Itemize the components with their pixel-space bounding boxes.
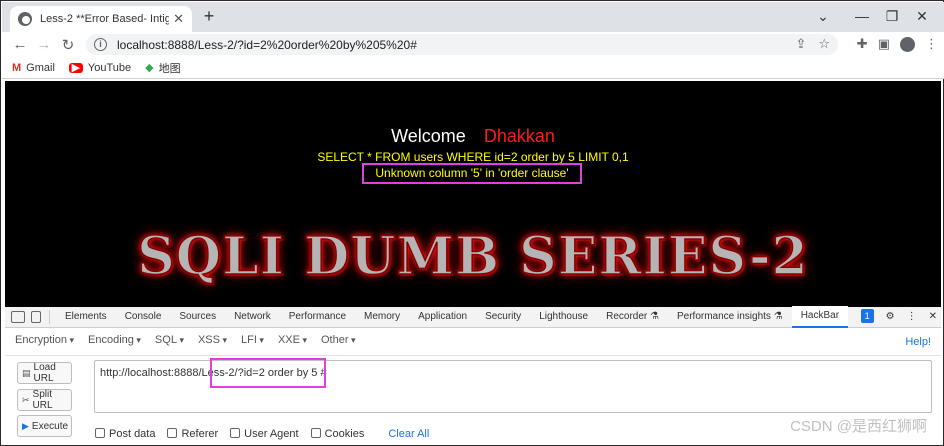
tab-recorder[interactable]: Recorder ⚗ [597, 307, 668, 327]
tab-network[interactable]: Network [225, 307, 280, 327]
bookmark-youtube[interactable]: ▶ YouTube [68, 62, 131, 74]
tab-performance-insights[interactable]: Performance insights ⚗ [668, 307, 792, 327]
new-tab-button[interactable]: + [198, 6, 220, 28]
user-agent-checkbox[interactable]: User Agent [230, 428, 299, 440]
clear-all-link[interactable]: Clear All [388, 428, 429, 440]
welcome-text: Welcome [391, 126, 466, 146]
globe-icon [18, 12, 32, 26]
menu-kebab-icon[interactable]: ⋮ [925, 36, 938, 52]
tab-sources[interactable]: Sources [170, 307, 225, 327]
menu-encoding[interactable]: Encoding [88, 334, 141, 346]
close-window-button[interactable]: ✕ [907, 6, 937, 26]
bookmarks-bar: M Gmail ▶ YouTube ◆ 地图 [2, 57, 944, 79]
settings-gear-icon[interactable]: ⚙ [886, 311, 895, 322]
tab-console[interactable]: Console [116, 307, 171, 327]
extensions-icon[interactable]: ✚ [857, 36, 868, 52]
menu-encryption[interactable]: Encryption [15, 334, 74, 346]
sql-error-message: Unknown column '5' in 'order clause' [362, 163, 582, 184]
post-data-checkbox[interactable]: Post data [95, 428, 155, 440]
browser-window: Less-2 **Error Based- Intiger** ✕ + ⌄ — … [0, 0, 944, 446]
load-icon: ▤ [22, 367, 31, 378]
username: Dhakkan [483, 126, 555, 146]
maps-icon: ◆ [145, 62, 154, 74]
tab-lighthouse[interactable]: Lighthouse [530, 307, 597, 327]
hackbar-menu: Encryption Encoding SQL XSS LFI XXE Othe… [15, 334, 356, 346]
share-icon[interactable]: ⇪ [795, 36, 806, 52]
play-icon: ▶ [22, 420, 29, 431]
tab-security[interactable]: Security [476, 307, 530, 327]
restore-button[interactable]: ❐ [877, 6, 907, 26]
site-info-icon[interactable]: i [94, 38, 107, 51]
split-url-button[interactable]: ✂ Split URL [17, 389, 72, 411]
bookmark-maps[interactable]: ◆ 地图 [145, 60, 180, 76]
csdn-watermark: CSDN @是西红狮啊 [790, 418, 927, 435]
reload-icon[interactable]: ↻ [56, 36, 80, 54]
avatar[interactable] [900, 36, 915, 52]
welcome-line: Welcome Dhakkan [5, 126, 941, 147]
tab-search-icon[interactable]: ⌄ [808, 6, 838, 26]
menu-xxe[interactable]: XXE [278, 334, 307, 346]
menu-sql[interactable]: SQL [155, 334, 184, 346]
bookmark-star-icon[interactable]: ☆ [818, 36, 830, 52]
url-highlight-box [210, 358, 326, 388]
menu-lfi[interactable]: LFI [241, 334, 264, 346]
series-banner: SQLI DUMB SERIES-2 [137, 225, 809, 288]
tab-hackbar[interactable]: HackBar [791, 306, 849, 328]
tab-strip: Less-2 **Error Based- Intiger** ✕ + ⌄ — … [2, 2, 944, 32]
tab-application[interactable]: Application [409, 307, 476, 327]
tab-elements[interactable]: Elements [56, 307, 116, 327]
side-panel-icon[interactable]: ▣ [878, 36, 890, 52]
gmail-icon: M [12, 61, 22, 74]
forward-icon[interactable]: → [32, 36, 56, 53]
issues-badge[interactable]: 1 [860, 309, 874, 323]
cookies-checkbox[interactable]: Cookies [310, 428, 364, 440]
bookmark-gmail[interactable]: M Gmail [12, 62, 55, 74]
sql-query-text: SELECT * FROM users WHERE id=2 order by … [317, 150, 629, 164]
menu-other[interactable]: Other [321, 334, 356, 346]
devtools-menu-icon[interactable]: ⋮ [907, 311, 917, 322]
youtube-icon: ▶ [68, 62, 83, 73]
referer-checkbox[interactable]: Referer [167, 428, 218, 440]
browser-toolbar: ← → ↻ i localhost:8888/Less-2/?id=2%20or… [2, 32, 944, 57]
web-page: Welcome Dhakkan SELECT * FROM users WHERE… [5, 81, 941, 307]
browser-tab[interactable]: Less-2 **Error Based- Intiger** ✕ [10, 6, 192, 32]
load-url-button[interactable]: ▤ Load URL [17, 362, 72, 384]
tab-performance[interactable]: Performance [280, 307, 355, 327]
tab-close-icon[interactable]: ✕ [173, 11, 184, 27]
menu-xss[interactable]: XSS [198, 334, 227, 346]
minimize-button[interactable]: — [847, 6, 877, 26]
tab-memory[interactable]: Memory [355, 307, 409, 327]
split-icon: ✂ [22, 394, 30, 405]
device-toggle-icon[interactable] [31, 311, 41, 323]
back-icon[interactable]: ← [8, 36, 32, 53]
help-link[interactable]: Help! [905, 336, 931, 348]
address-url[interactable]: localhost:8888/Less-2/?id=2%20order%20by… [117, 38, 417, 52]
hackbar-panel: Encryption Encoding SQL XSS LFI XXE Othe… [5, 328, 941, 444]
execute-button[interactable]: ▶ Execute [17, 415, 72, 437]
devtools-close-icon[interactable]: ✕ [929, 311, 937, 322]
devtools-tabbar: Elements Console Sources Network Perform… [5, 306, 941, 328]
hackbar-options: Post data Referer User Agent Cookies Cle… [95, 428, 429, 440]
address-bar[interactable]: i localhost:8888/Less-2/?id=2%20order%20… [86, 34, 838, 55]
inspect-icon[interactable] [11, 311, 25, 323]
tab-title: Less-2 **Error Based- Intiger** [40, 13, 170, 25]
